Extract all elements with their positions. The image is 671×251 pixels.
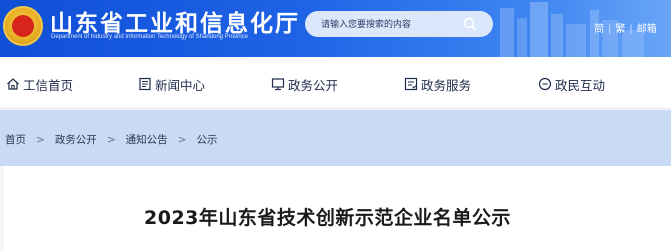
nav-label: 新闻中心	[155, 77, 206, 93]
link-traditional[interactable]: 繁	[615, 20, 625, 35]
breadcrumb-item-notices[interactable]: 通知公告	[126, 134, 168, 146]
nav-label: 政务服务	[421, 77, 472, 93]
search-icon[interactable]	[463, 17, 477, 31]
nav-item-gov-service[interactable]: 政务服务	[404, 75, 471, 93]
link-mail[interactable]: 邮箱	[637, 20, 657, 35]
breadcrumb-item-home[interactable]: 首页	[5, 134, 26, 146]
nav-label: 政务公开	[288, 77, 339, 93]
site-header: 山东省工业和信息化厅 Department of Industry and In…	[0, 0, 671, 57]
article-panel: 2023年山东省技术创新示范企业名单公示	[4, 166, 671, 251]
news-icon	[139, 77, 151, 91]
nav-label: 工信首页	[23, 77, 74, 93]
breadcrumb-item-gov-affairs[interactable]: 政务公开	[55, 134, 97, 146]
link-separator: |	[608, 24, 612, 35]
nav-item-interaction[interactable]: 政民互动	[538, 75, 605, 93]
monitor-icon	[271, 78, 285, 91]
breadcrumb-separator: >	[36, 134, 45, 146]
site-subtitle: Department of Industry and Information T…	[51, 34, 249, 40]
nav-label: 政民互动	[555, 77, 606, 93]
breadcrumb-separator: >	[177, 134, 187, 146]
link-simplified[interactable]: 简	[594, 20, 604, 35]
breadcrumb: 首页 > 政务公开 > 通知公告 > 公示	[5, 132, 217, 147]
search-input[interactable]: 请输入您要搜索的内容	[305, 11, 493, 37]
emblem-center	[12, 15, 34, 37]
site-title[interactable]: 山东省工业和信息化厅	[50, 4, 300, 38]
main-nav: 工信首页 新闻中心 政务公开 政务服务 政民互动	[0, 57, 671, 109]
article-title: 2023年山东省技术创新示范企业名单公示	[144, 207, 511, 229]
breadcrumb-bar: 首页 > 政务公开 > 通知公告 > 公示	[0, 110, 671, 166]
top-links: 简 | 繁 | 邮箱	[594, 20, 657, 35]
home-icon	[7, 78, 19, 90]
nav-item-gov-affairs[interactable]: 政务公开	[271, 75, 338, 93]
search-placeholder: 请输入您要搜索的内容	[321, 20, 412, 30]
link-separator: |	[629, 24, 633, 35]
nav-item-news[interactable]: 新闻中心	[138, 75, 205, 93]
service-icon	[404, 77, 418, 91]
emblem-logo[interactable]	[3, 6, 43, 46]
chat-icon	[538, 77, 552, 91]
breadcrumb-separator: >	[106, 134, 116, 146]
nav-item-home[interactable]: 工信首页	[6, 75, 73, 93]
breadcrumb-item-public-notice[interactable]: 公示	[196, 134, 217, 146]
